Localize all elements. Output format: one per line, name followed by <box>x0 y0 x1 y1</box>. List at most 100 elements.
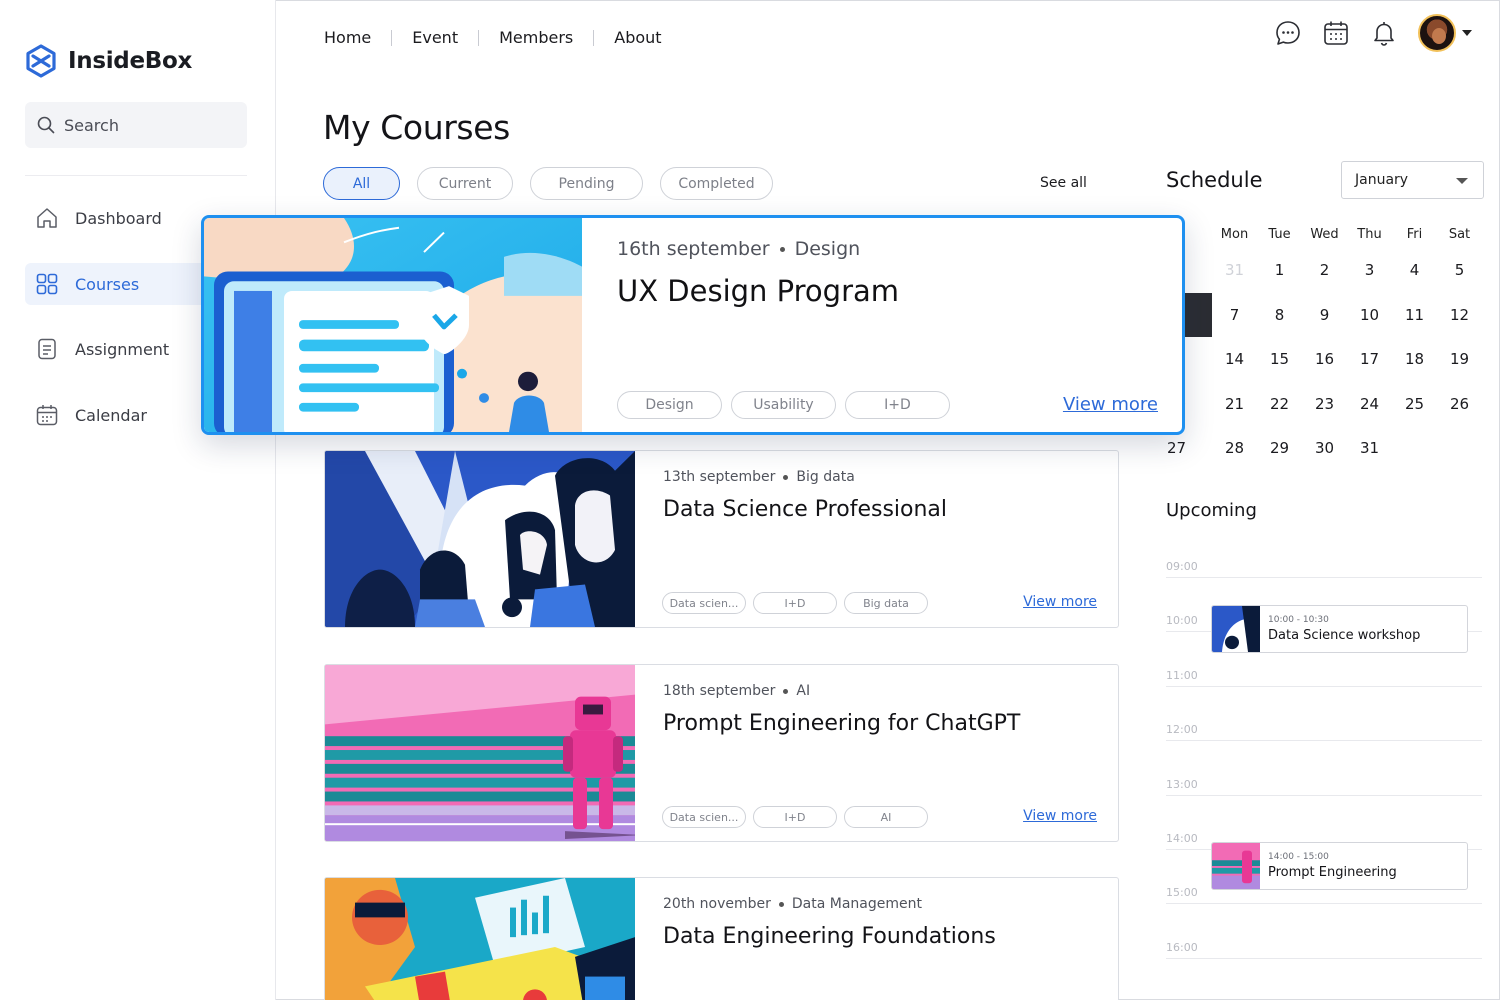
month-select-value: January <box>1355 172 1409 188</box>
calendar-day[interactable]: 7 <box>1212 293 1257 338</box>
hour-divider <box>1166 740 1482 742</box>
search-input[interactable]: Search <box>25 102 247 148</box>
calendar-day[interactable]: 21 <box>1212 382 1257 427</box>
calendar-day[interactable]: 8 <box>1257 293 1302 338</box>
nav-link-event[interactable]: Event <box>412 28 458 47</box>
calendar-day[interactable]: 12 <box>1437 293 1482 338</box>
upcoming-event[interactable]: 14:00 - 15:00 Prompt Engineering <box>1211 842 1468 890</box>
meta-separator <box>778 901 784 907</box>
course-tag[interactable]: I+D <box>845 391 950 419</box>
page-title: My Courses <box>323 108 510 147</box>
course-thumbnail <box>325 665 635 841</box>
chevron-down-icon <box>1456 178 1468 184</box>
nav-separator <box>593 29 595 46</box>
view-more-link[interactable]: View more <box>1023 808 1097 824</box>
brand-logo[interactable]: InsideBox <box>26 44 192 78</box>
calendar-day[interactable]: 31 <box>1212 248 1257 293</box>
filter-completed[interactable]: Completed <box>660 167 773 200</box>
calendar-week: 20212223242526 <box>1167 382 1482 427</box>
event-details: 10:00 - 10:30 Data Science workshop <box>1260 615 1420 643</box>
course-tag[interactable]: Usability <box>731 391 836 419</box>
calendar-day[interactable]: 5 <box>1437 248 1482 293</box>
calendar-day[interactable]: 18 <box>1392 337 1437 382</box>
calendar-day[interactable]: 23 <box>1302 382 1347 427</box>
search-icon <box>37 116 55 134</box>
calendar-icon[interactable] <box>1322 19 1350 47</box>
calendar-day[interactable]: 15 <box>1257 337 1302 382</box>
weekday-label: Mon <box>1220 226 1249 242</box>
course-title: Data Science Professional <box>663 497 948 522</box>
grid-icon <box>36 273 58 295</box>
month-select[interactable]: January <box>1341 161 1484 199</box>
course-tag[interactable]: Big data <box>844 592 928 614</box>
timeline-hour: 11:00 <box>1166 669 1482 723</box>
course-tag[interactable]: Design <box>617 391 722 419</box>
course-tag[interactable]: Data scien... <box>662 592 746 614</box>
filter-current[interactable]: Current <box>417 167 513 200</box>
calendar-day[interactable]: 31 <box>1347 426 1392 471</box>
calendar-day[interactable]: 2 <box>1302 248 1347 293</box>
view-more-link[interactable]: View more <box>1023 594 1097 610</box>
nav-link-home[interactable]: Home <box>324 28 371 47</box>
course-tag[interactable]: I+D <box>753 806 837 828</box>
nav-separator <box>391 29 393 46</box>
calendar-day[interactable]: 11 <box>1392 293 1437 338</box>
calendar-day[interactable]: 3 <box>1347 248 1392 293</box>
course-card[interactable]: 20th november Data Management Data Engin… <box>324 877 1119 1000</box>
hour-label: 12:00 <box>1166 723 1198 737</box>
nav-link-about[interactable]: About <box>614 28 661 47</box>
course-category: Big data <box>796 469 855 485</box>
filter-all[interactable]: All <box>323 167 400 200</box>
featured-course-card[interactable]: 16th september Design UX Design Program … <box>201 215 1185 435</box>
course-date: 18th september <box>663 683 776 699</box>
calendar-day[interactable]: 10 <box>1347 293 1392 338</box>
weekday-label: Wed <box>1310 226 1339 242</box>
calendar-week: 3141516171819 <box>1167 337 1482 382</box>
filter-pending[interactable]: Pending <box>530 167 643 200</box>
course-tag[interactable]: I+D <box>753 592 837 614</box>
course-tags: Design Usability I+D <box>617 391 950 419</box>
course-category: Design <box>794 238 861 260</box>
calendar-day[interactable]: 9 <box>1302 293 1347 338</box>
calendar-day[interactable]: 16 <box>1302 337 1347 382</box>
calendar-day[interactable]: 24 <box>1347 382 1392 427</box>
calendar-day[interactable]: 30 <box>1302 426 1347 471</box>
course-category: Data Management <box>791 896 922 912</box>
calendar-days: 0311234567891011123141516171819202122232… <box>1167 248 1482 471</box>
view-more-link[interactable]: View more <box>1063 394 1158 415</box>
event-time: 10:00 - 10:30 <box>1268 615 1329 625</box>
calendar-weekdays: un Mon Tue Wed Thu Fri Sat <box>1167 220 1482 248</box>
calendar-day[interactable]: 1 <box>1257 248 1302 293</box>
course-title: Data Engineering Foundations <box>663 924 996 949</box>
calendar-day[interactable]: 26 <box>1437 382 1482 427</box>
avatar[interactable] <box>1418 14 1456 52</box>
chevron-down-icon[interactable] <box>1462 30 1472 36</box>
calendar-day[interactable]: 28 <box>1212 426 1257 471</box>
course-tag[interactable]: Data scien... <box>662 806 746 828</box>
calendar-day[interactable]: 19 <box>1437 337 1482 382</box>
calendar-day <box>1437 426 1482 471</box>
calendar-day[interactable]: 22 <box>1257 382 1302 427</box>
calendar-day[interactable]: 4 <box>1392 248 1437 293</box>
nav-link-members[interactable]: Members <box>499 28 573 47</box>
chat-icon[interactable] <box>1274 19 1302 47</box>
upcoming-event[interactable]: 10:00 - 10:30 Data Science workshop <box>1211 605 1468 653</box>
hour-label: 11:00 <box>1166 668 1198 682</box>
calendar-day[interactable]: 17 <box>1347 337 1392 382</box>
course-card[interactable]: 13th september Big data Data Science Pro… <box>324 450 1119 628</box>
calendar-day[interactable]: 25 <box>1392 382 1437 427</box>
hour-label: 15:00 <box>1166 886 1198 900</box>
calendar-day[interactable]: 14 <box>1212 337 1257 382</box>
hour-label: 10:00 <box>1166 614 1198 628</box>
event-thumbnail <box>1212 606 1260 652</box>
upcoming-title: Upcoming <box>1166 500 1257 521</box>
course-meta: 18th september AI <box>663 683 810 699</box>
calendar-day[interactable]: 29 <box>1257 426 1302 471</box>
course-tag[interactable]: AI <box>844 806 928 828</box>
weekday-label: Sat <box>1448 226 1471 242</box>
calendar-day <box>1392 426 1437 471</box>
see-all-link[interactable]: See all <box>1040 175 1087 191</box>
bell-icon[interactable] <box>1370 19 1398 47</box>
course-card[interactable]: 18th september AI Prompt Engineering for… <box>324 664 1119 842</box>
course-meta: 20th november Data Management <box>663 896 922 912</box>
